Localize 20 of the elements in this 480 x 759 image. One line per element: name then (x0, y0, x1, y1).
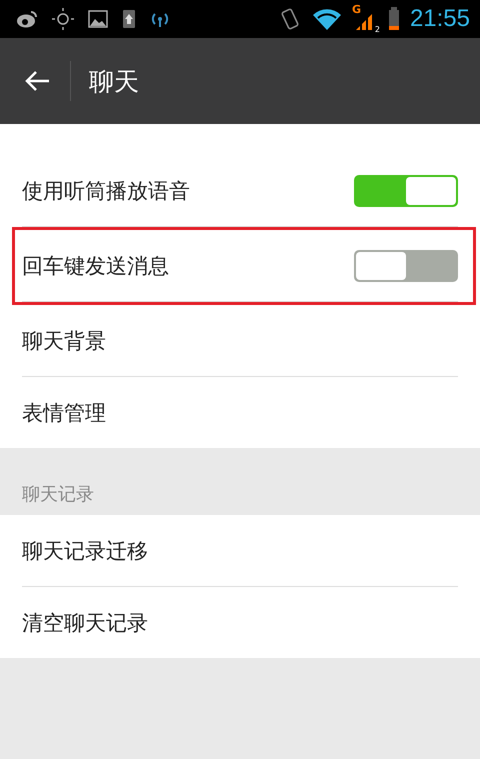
setting-label[interactable]: 表情管理 (22, 398, 106, 426)
sim-label: 2 (374, 25, 380, 34)
upload-icon (122, 9, 136, 29)
setting-label[interactable]: 清空聊天记录 (22, 608, 148, 636)
setting-label[interactable]: 聊天记录迁移 (22, 536, 148, 564)
setting-label[interactable]: 聊天背景 (22, 326, 106, 354)
toggle-switch[interactable] (354, 250, 458, 282)
setting-label[interactable]: 使用听筒播放语音 (22, 176, 190, 204)
clock: 21:55 (410, 5, 470, 33)
sun-icon (52, 8, 74, 30)
wifi-icon (312, 8, 342, 30)
battery-icon (388, 7, 400, 31)
screen-title: 聊天 (89, 66, 139, 98)
section-header: 聊天记录 (21, 483, 95, 507)
image-icon (88, 10, 108, 28)
network-label: G (352, 3, 361, 16)
back-arrow-icon (24, 70, 50, 92)
eye-icon (16, 9, 38, 29)
toggle-switch[interactable] (354, 174, 458, 206)
setting-label[interactable]: 回车键发送消息 (22, 252, 169, 280)
